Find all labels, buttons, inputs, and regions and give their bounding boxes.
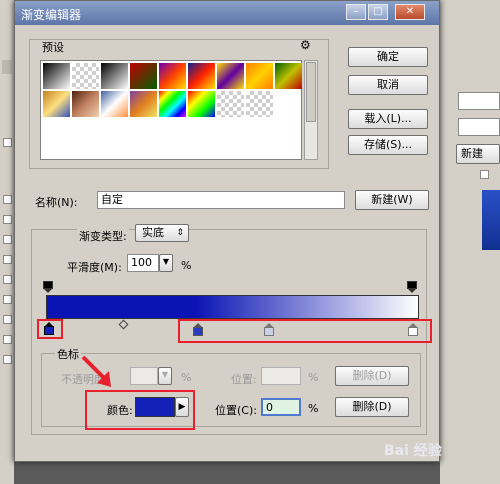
preset-swatch[interactable] [159,63,186,89]
background-preview [482,190,500,250]
opacity-stop-pointer [44,289,52,293]
watermark: Bai 经验 [384,443,442,459]
preset-swatch[interactable] [43,63,70,89]
smoothness-input[interactable]: 100 [127,254,159,272]
gradient-preview-bar[interactable] [46,295,419,319]
background-checkbox[interactable] [3,355,12,364]
smoothness-label: 平滑度(M): [67,261,122,274]
background-checkbox[interactable] [3,275,12,284]
smoothness-dropdown-button[interactable]: ▼ [159,254,173,272]
scrollbar-thumb[interactable] [306,62,316,122]
color-label: 颜色: [107,404,133,417]
color-stop-white[interactable] [408,323,418,337]
load-button[interactable]: 载入(L)... [348,109,428,129]
chevron-down-icon: ▼ [161,370,169,379]
highlight-box-right [178,319,432,343]
background-checkbox[interactable] [3,255,12,264]
minimize-button[interactable]: – [346,4,366,20]
preset-swatch[interactable] [130,91,157,117]
gradient-type-value: 实底 [142,226,164,239]
presets-list[interactable] [40,60,302,160]
background-checkbox[interactable] [3,295,12,304]
location-label: 位置(C): [215,404,257,417]
preset-swatch[interactable] [188,91,215,117]
opacity-location-unit: % [308,371,319,384]
preset-swatch[interactable] [72,63,99,89]
preset-swatch[interactable] [188,63,215,89]
ok-button[interactable]: 确定 [348,47,428,67]
background-checkbox[interactable] [3,195,12,204]
preset-swatch[interactable] [159,91,186,117]
color-stop-blue[interactable] [193,323,203,337]
save-button[interactable]: 存储(S)... [348,135,428,155]
background-checkbox[interactable] [3,138,12,147]
preset-swatch[interactable] [130,63,157,89]
background-new-button[interactable]: 新建 [456,144,500,164]
color-swatch[interactable] [135,397,175,417]
new-button[interactable]: 新建(W) [355,190,429,210]
color-stop-swatch [193,327,203,336]
opacity-location-input [261,367,301,385]
opacity-unit: % [181,371,192,384]
opacity-stop-pointer [408,289,416,293]
preset-swatch[interactable] [275,63,302,89]
preset-swatch[interactable] [246,91,273,117]
color-stop-swatch [408,327,418,336]
preset-swatch[interactable] [72,91,99,117]
updown-arrow-icon: ⇕ [176,228,184,238]
preset-swatch[interactable] [101,63,128,89]
gradient-type-select[interactable]: 实底 ⇕ [135,224,189,242]
background-input[interactable] [458,92,500,110]
delete-button[interactable]: 删除(D) [335,397,409,417]
close-button[interactable]: ✕ [395,4,425,20]
background-new-label: 新建 [461,147,483,160]
triangle-right-icon: ▶ [178,402,186,412]
color-stops-label: 色标 [55,346,81,362]
gradient-editor-dialog: 渐变编辑器 – □ ✕ 预设 ⚙ 确定 取消 载入(L)... 存储(S)...… [14,0,440,462]
gear-icon[interactable]: ⚙ [300,38,311,52]
opacity-dropdown-button: ▼ [158,367,172,385]
background-tab [2,60,12,74]
name-input[interactable]: 自定 [97,191,345,209]
color-menu-button[interactable]: ▶ [175,397,189,417]
color-stop-swatch [44,326,54,335]
location-input[interactable]: 0 [261,398,301,416]
preset-swatch[interactable] [101,91,128,117]
color-stop-selected[interactable] [44,322,54,336]
preset-swatch[interactable] [217,91,244,117]
opacity-stop-right[interactable] [407,281,417,293]
background-left-panel [0,0,14,484]
opacity-location-label: 位置: [231,373,257,386]
preset-swatch[interactable] [246,63,273,89]
presets-group: 预设 ⚙ [29,38,329,169]
background-checkbox[interactable] [480,170,489,179]
location-unit: % [308,402,319,415]
restore-button[interactable]: □ [368,4,388,20]
background-checkbox[interactable] [3,315,12,324]
presets-scrollbar[interactable] [304,60,318,160]
color-stop-swatch [264,327,274,336]
dialog-title: 渐变编辑器 [21,8,82,22]
opacity-stop-swatch [407,281,417,289]
background-checkbox[interactable] [3,215,12,224]
opacity-delete-button: 删除(D) [335,366,409,386]
gradient-type-label: 渐变类型: [77,228,129,244]
background-right-panel: 新建 [440,0,500,484]
chevron-down-icon: ▼ [162,257,170,266]
dialog-titlebar[interactable]: 渐变编辑器 – □ ✕ [15,1,439,25]
smoothness-unit: % [181,259,192,272]
background-input[interactable] [458,118,500,136]
opacity-stop-left[interactable] [43,281,53,293]
preset-swatch[interactable] [217,63,244,89]
color-stop-light[interactable] [264,323,274,337]
opacity-stop-swatch [43,281,53,289]
background-checkbox[interactable] [3,335,12,344]
name-label: 名称(N): [35,196,78,209]
background-checkbox[interactable] [3,235,12,244]
red-arrow-icon [81,355,111,387]
opacity-input [130,367,158,385]
preset-swatch[interactable] [43,91,70,117]
presets-label: 预设 [42,41,64,54]
cancel-button[interactable]: 取消 [348,75,428,95]
